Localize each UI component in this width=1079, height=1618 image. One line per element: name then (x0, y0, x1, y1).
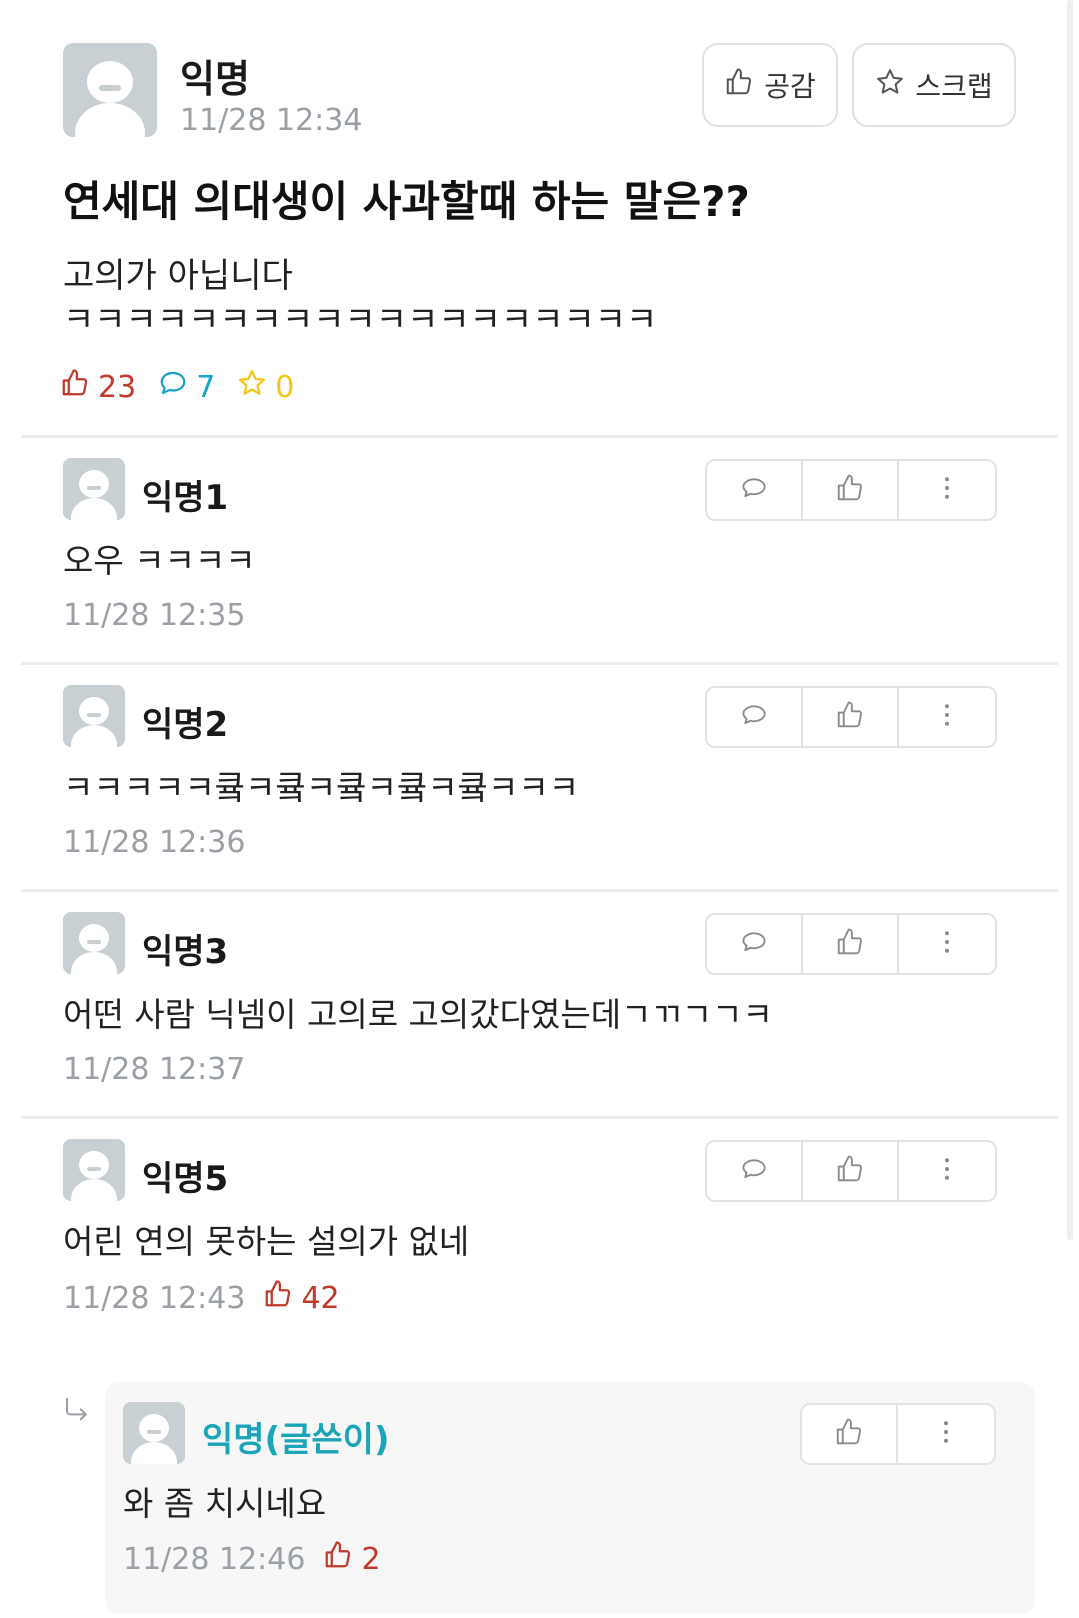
reply-button[interactable] (707, 688, 803, 746)
more-vertical-icon (932, 1154, 962, 1188)
comment-text: 와 좀 치시네요 (123, 1484, 327, 1523)
like-button[interactable] (803, 1142, 899, 1200)
scrap-button[interactable]: 스크랩 (852, 43, 1016, 127)
more-vertical-icon (931, 1417, 961, 1451)
thumbs-up-icon (835, 927, 865, 961)
post: 익명 11/28 12:34 공감 스크랩 연세대 의대생이 사과할때 하는 말… (0, 0, 1079, 450)
reply-button[interactable] (707, 915, 803, 973)
more-button[interactable] (899, 461, 995, 519)
comment-time: 11/28 12:37 (63, 1052, 246, 1087)
post-author: 익명 (180, 57, 250, 101)
comment-actions (800, 1403, 996, 1465)
comment-author: 익명3 (142, 932, 229, 972)
divider (21, 1116, 1058, 1119)
more-button[interactable] (899, 688, 995, 746)
like-button[interactable] (802, 1405, 898, 1463)
speech-bubble-icon (158, 368, 188, 406)
comment: 익명2 ㅋㅋㅋㅋㅋ큨ㅋ큨ㅋ큨ㅋ큨ㅋ큨ㅋㅋㅋ 11/28 12:36 (0, 667, 1079, 889)
comment-stat: 7 (158, 368, 215, 406)
comment-meta: 11/28 12:43 42 (63, 1279, 340, 1317)
post-title: 연세대 의대생이 사과할때 하는 말은?? (63, 177, 750, 226)
thumbs-up-icon (835, 1154, 865, 1188)
avatar (63, 912, 125, 974)
like-button[interactable] (803, 461, 899, 519)
thumbs-up-icon (834, 1417, 864, 1451)
comment-likes: 2 (323, 1540, 381, 1578)
more-vertical-icon (932, 700, 962, 734)
like-button[interactable] (803, 915, 899, 973)
comment-actions (705, 459, 997, 521)
like-stat: 23 (60, 368, 136, 406)
avatar (63, 685, 125, 747)
avatar (63, 43, 157, 137)
comment-time: 11/28 12:35 (63, 598, 246, 633)
empathy-label: 공감 (764, 70, 816, 103)
comment-actions (705, 913, 997, 975)
more-vertical-icon (932, 473, 962, 507)
comment-author-writer: 익명(글쓴이) (202, 1420, 390, 1460)
scrap-stat: 0 (237, 368, 294, 406)
comment-time: 11/28 12:46 (123, 1541, 306, 1577)
divider (21, 889, 1058, 892)
comment-time: 11/28 12:36 (63, 825, 246, 860)
star-icon (237, 368, 267, 406)
comment-meta: 11/28 12:36 (63, 825, 245, 860)
comment-text: 어떤 사람 닉넴이 고의로 고의갔다였는데ㄱㄲㄱㄱㅋ (63, 995, 773, 1034)
post-time: 11/28 12:34 (180, 103, 363, 138)
comment-author: 익명1 (142, 478, 229, 518)
comment-text: ㅋㅋㅋㅋㅋ큨ㅋ큨ㅋ큨ㅋ큨ㅋ큨ㅋㅋㅋ (63, 768, 580, 807)
comment-likes: 42 (263, 1279, 340, 1317)
thumbs-up-icon (835, 473, 865, 507)
speech-bubble-icon (739, 700, 769, 734)
comment: 익명1 오우 ㅋㅋㅋㅋ 11/28 12:35 (0, 440, 1079, 662)
thumbs-up-icon (724, 67, 754, 104)
like-button[interactable] (803, 688, 899, 746)
comment-meta: 11/28 12:46 2 (123, 1540, 381, 1578)
thumbs-up-icon (263, 1279, 293, 1317)
more-vertical-icon (932, 927, 962, 961)
avatar (63, 458, 125, 520)
more-button[interactable] (899, 1142, 995, 1200)
comment-author: 익명2 (142, 705, 229, 745)
comment-text: 어린 연의 못하는 설의가 없네 (63, 1222, 470, 1261)
like-count: 2 (361, 1541, 381, 1577)
comment-meta: 11/28 12:35 (63, 598, 245, 633)
reply-button[interactable] (707, 1142, 803, 1200)
reply-comment: 익명(글쓴이) 와 좀 치시네요 11/28 12:46 2 (105, 1382, 1035, 1614)
speech-bubble-icon (739, 1154, 769, 1188)
reply-arrow-icon (62, 1395, 92, 1429)
thumbs-up-icon (323, 1540, 353, 1578)
comment-time: 11/28 12:43 (63, 1280, 246, 1316)
avatar (63, 1139, 125, 1201)
speech-bubble-icon (739, 927, 769, 961)
comment-text: 오우 ㅋㅋㅋㅋ (63, 541, 256, 580)
post-stats: 23 7 0 (60, 368, 294, 406)
more-button[interactable] (899, 915, 995, 973)
speech-bubble-icon (739, 473, 769, 507)
like-count: 23 (98, 369, 137, 405)
thumbs-up-icon (835, 700, 865, 734)
thumbs-up-icon (60, 368, 90, 406)
divider (21, 662, 1058, 665)
comment: 익명5 어린 연의 못하는 설의가 없네 11/28 12:43 42 (0, 1121, 1079, 1361)
comment-author: 익명5 (142, 1159, 229, 1199)
comment-meta: 11/28 12:37 (63, 1052, 245, 1087)
comment-actions (705, 1140, 997, 1202)
comment: 익명3 어떤 사람 닉넴이 고의로 고의갔다였는데ㄱㄲㄱㄱㅋ 11/28 12:… (0, 894, 1079, 1116)
scrap-label: 스크랩 (915, 70, 993, 103)
like-count: 42 (301, 1280, 340, 1316)
comment-actions (705, 686, 997, 748)
scrap-count: 0 (275, 369, 295, 405)
divider (21, 435, 1058, 438)
star-icon (875, 67, 905, 104)
comment-count: 7 (196, 369, 216, 405)
more-button[interactable] (898, 1405, 994, 1463)
post-body: 고의가 아닙니다 ㅋㅋㅋㅋㅋㅋㅋㅋㅋㅋㅋㅋㅋㅋㅋㅋㅋㅋㅋ (63, 256, 658, 340)
avatar (123, 1402, 185, 1464)
reply-button[interactable] (707, 461, 803, 519)
empathy-button[interactable]: 공감 (702, 43, 838, 127)
